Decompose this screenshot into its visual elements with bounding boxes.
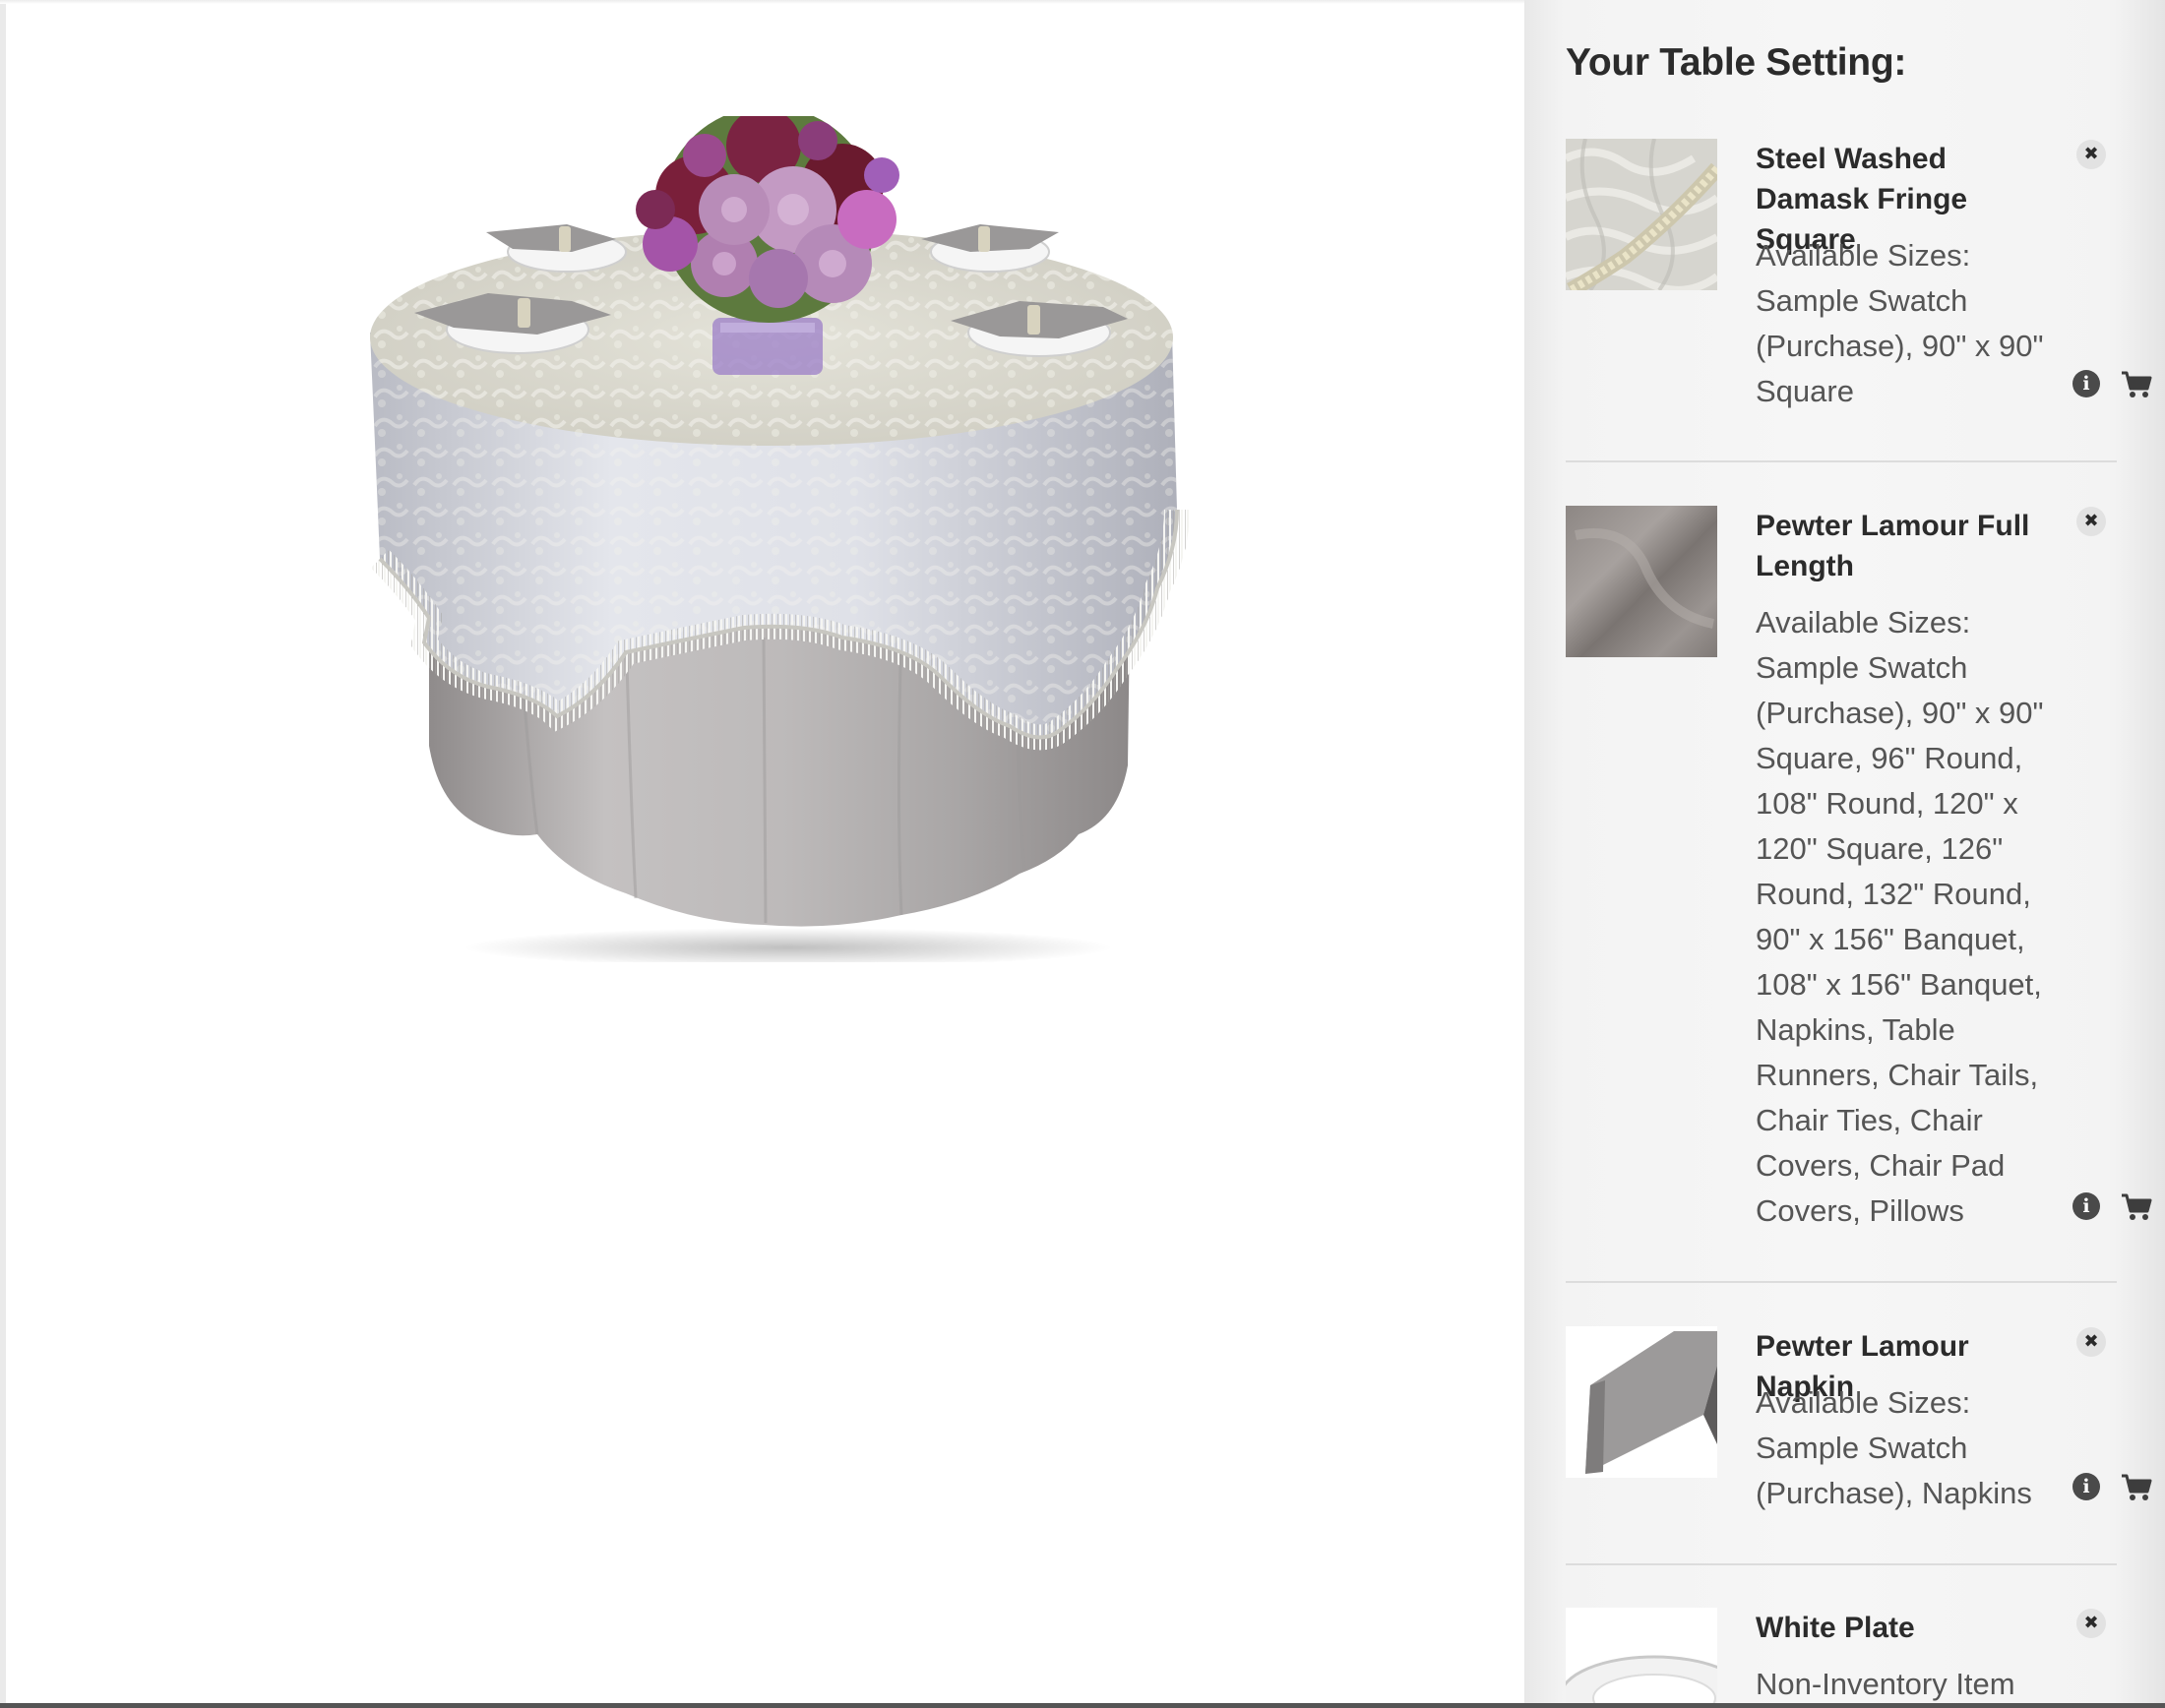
item-divider xyxy=(1566,1281,2117,1283)
cart-icon xyxy=(2122,1193,2152,1220)
item-available-sizes: Available Sizes: Sample Swatch (Purchase… xyxy=(1756,1385,2032,1510)
item-divider xyxy=(1566,460,2117,462)
bottom-overflow-text-strip xyxy=(0,1703,2165,1708)
item-available-sizes: Available Sizes: Sample Swatch (Purchase… xyxy=(1756,605,2044,1228)
add-to-cart-button[interactable] xyxy=(2121,1474,2152,1501)
remove-item-button[interactable]: ✖ xyxy=(2076,507,2106,536)
close-icon: ✖ xyxy=(2083,1613,2099,1633)
item-name[interactable]: Pewter Lamour Full Length xyxy=(1756,506,2061,586)
item-availability: Non-Inventory Item xyxy=(1756,1667,2015,1701)
item-name[interactable]: White Plate xyxy=(1756,1608,2061,1648)
remove-item-button[interactable]: ✖ xyxy=(2076,1609,2106,1638)
damask-fabric-swatch[interactable] xyxy=(1566,139,1717,290)
remove-item-button[interactable]: ✖ xyxy=(2076,1327,2106,1357)
setting-item-pewter-lamour-full-length: Pewter Lamour Full Length Available Size… xyxy=(1566,506,2152,1234)
setting-item-white-plate: White Plate Non-Inventory Item ✖ xyxy=(1566,1608,2117,1708)
item-available-sizes: Available Sizes: Sample Swatch (Purchase… xyxy=(1756,238,2044,408)
item-divider xyxy=(1566,1563,2117,1565)
add-to-cart-button[interactable] xyxy=(2121,371,2152,398)
satin-fabric-swatch[interactable] xyxy=(1566,506,1717,657)
plate-image[interactable] xyxy=(1566,1608,1717,1708)
remove-item-button[interactable]: ✖ xyxy=(2076,140,2106,169)
napkin-image[interactable] xyxy=(1566,1326,1717,1478)
info-icon: i xyxy=(2082,1195,2090,1217)
add-to-cart-button[interactable] xyxy=(2121,1193,2152,1221)
table-preview-image xyxy=(370,116,1206,962)
info-icon: i xyxy=(2082,373,2090,395)
setting-item-pewter-lamour-napkin: Pewter Lamour Napkin Available Sizes: Sa… xyxy=(1566,1326,2152,1523)
cart-icon xyxy=(2122,1474,2152,1500)
info-button[interactable]: i xyxy=(2072,370,2100,397)
table-setting-sidebar: Your Table Setting: Steel Washed Damask … xyxy=(1524,0,2165,1708)
setting-item-steel-washed-damask: Steel Washed Damask Fringe Square Availa… xyxy=(1566,139,2152,434)
sidebar-title: Your Table Setting: xyxy=(1566,41,1907,84)
close-icon: ✖ xyxy=(2083,1331,2099,1352)
cart-icon xyxy=(2122,371,2152,397)
info-icon: i xyxy=(2082,1476,2090,1497)
info-button[interactable]: i xyxy=(2072,1192,2100,1220)
info-button[interactable]: i xyxy=(2072,1473,2100,1500)
page: Your Table Setting: Steel Washed Damask … xyxy=(0,0,2165,1708)
close-icon: ✖ xyxy=(2083,511,2099,531)
table-preview-stage xyxy=(6,0,1524,1708)
close-icon: ✖ xyxy=(2083,144,2099,164)
